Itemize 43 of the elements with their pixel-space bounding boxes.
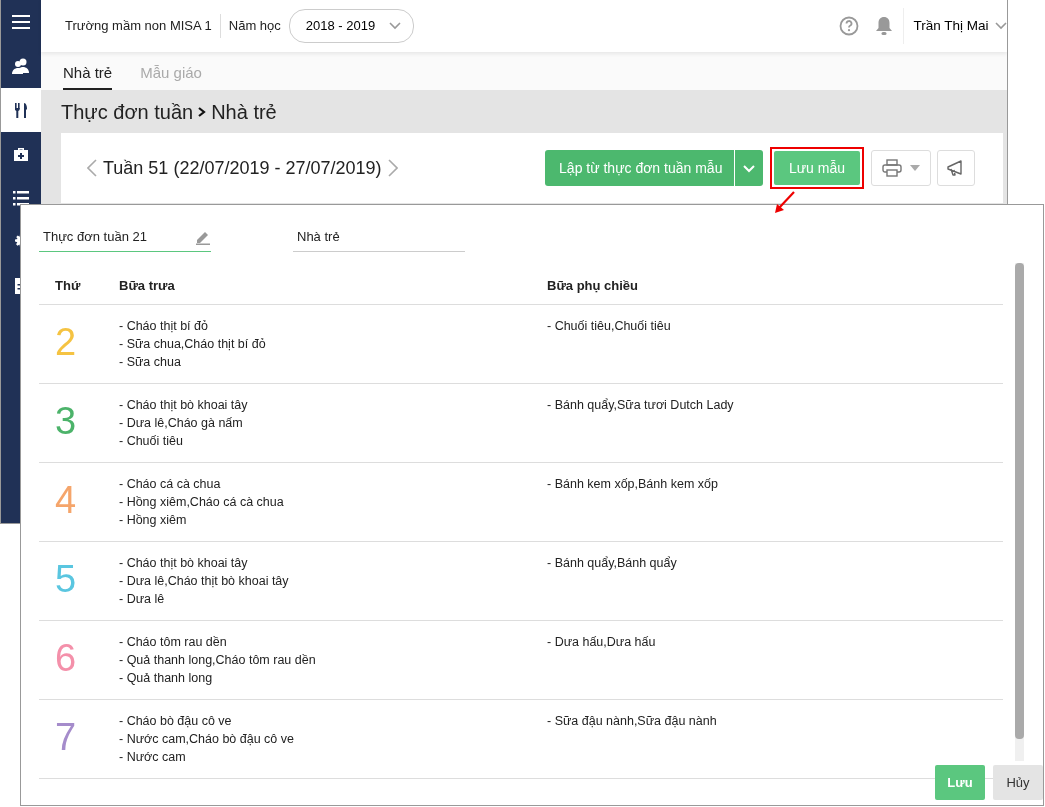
year-label: Năm học <box>228 17 281 36</box>
day-number: 3 <box>54 399 78 444</box>
dish-line: - Nước cam,Cháo bò đậu cô ve <box>119 731 295 748</box>
column-header: Bữa phụ chiều <box>547 276 640 295</box>
dish-line: - Chuối tiêu,Chuối tiêu <box>547 318 672 335</box>
dish-line: - Cháo thịt bò khoai tây <box>119 397 249 414</box>
user-menu[interactable]: Trần Thị Mai <box>913 15 1007 37</box>
dish-line: - Quả thanh long <box>119 670 214 687</box>
dish-line: - Bánh quẩy,Sữa tươi Dutch Lady <box>547 397 735 414</box>
dish-line: - Cháo thịt bò khoai tây <box>119 555 249 572</box>
day-number: 4 <box>54 478 78 523</box>
dish-line: - Cháo bò đậu cô ve <box>119 713 233 730</box>
dish-line: - Hồng xiêm <box>119 512 188 529</box>
week-label: Tuần 51 (22/07/2019 - 27/07/2019) <box>103 156 382 180</box>
dish-line: - Dưa lê,Cháo gà nấm <box>119 415 244 432</box>
cancel-button[interactable]: Hủy <box>993 765 1043 800</box>
dish-line: - Sữa đậu nành,Sữa đậu nành <box>547 713 718 730</box>
dish-line: - Dưa hấu,Dưa hấu <box>547 634 657 651</box>
day-number: 7 <box>54 715 78 760</box>
column-header: Thứ <box>54 276 82 295</box>
dish-line: - Cháo cá cà chua <box>119 476 222 493</box>
dish-line: - Hồng xiêm,Cháo cá cà chua <box>119 494 285 511</box>
breadcrumb-item: Nhà trẻ <box>211 99 277 125</box>
dish-line: - Quả thanh long,Cháo tôm rau dền <box>119 652 317 669</box>
dish-line: - Cháo tôm rau dền <box>119 634 228 651</box>
dish-line: - Sữa chua <box>119 354 182 371</box>
breadcrumb-item: Thực đơn tuần <box>61 99 194 125</box>
year-dropdown[interactable]: 2018 - 2019 <box>288 9 415 43</box>
day-number: 6 <box>54 636 78 681</box>
day-number: 5 <box>54 557 78 602</box>
group-field[interactable]: Nhà trẻ <box>293 222 465 252</box>
dish-line: - Bánh quẩy,Bánh quẩy <box>547 555 678 572</box>
day-number: 2 <box>54 320 78 365</box>
dish-line: - Cháo thịt bí đỏ <box>119 318 209 335</box>
dish-line: - Dưa lê <box>119 591 166 608</box>
column-header: Bữa trưa <box>118 276 176 295</box>
dish-line: - Chuối tiêu <box>119 433 184 450</box>
menu-name-field[interactable]: Thực đơn tuần 21 <box>39 222 211 252</box>
dish-line: - Sữa chua,Cháo thịt bí đỏ <box>119 336 267 353</box>
dish-line: - Dưa lê,Cháo thịt bò khoai tây <box>119 573 290 590</box>
school-name: Trường mầm non MISA 1 <box>65 17 212 36</box>
dish-line: - Bánh kem xốp,Bánh kem xốp <box>547 476 719 493</box>
dish-line: - Nước cam <box>119 749 187 766</box>
